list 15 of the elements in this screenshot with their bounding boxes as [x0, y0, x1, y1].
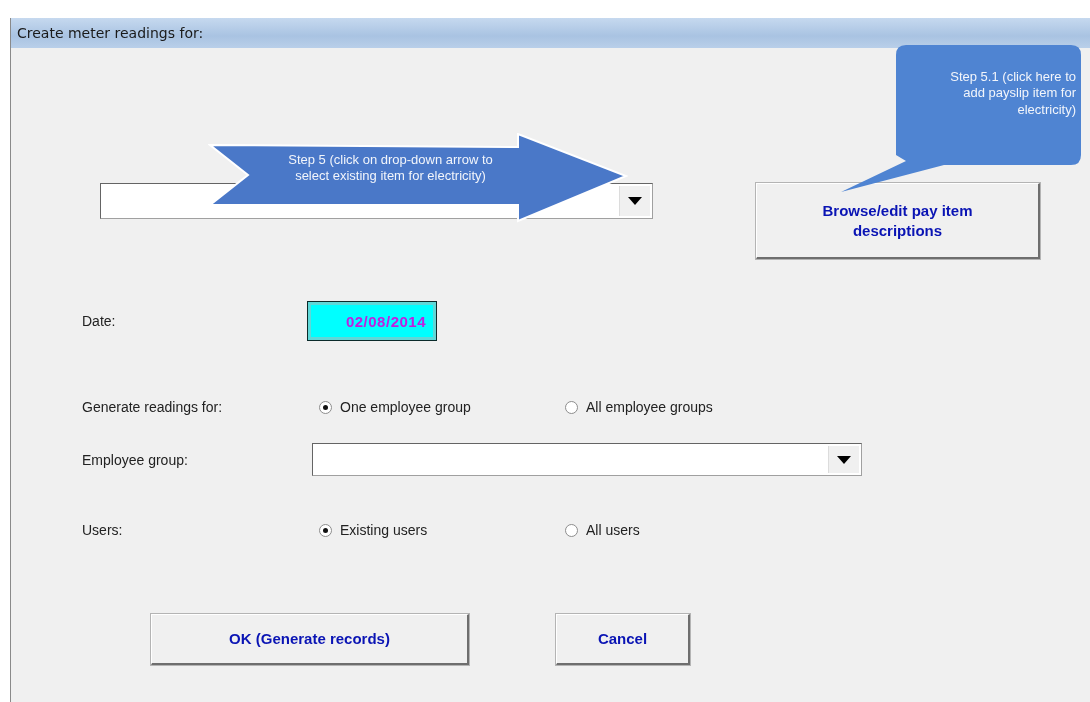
field-label: Generate readings for: — [82, 399, 223, 415]
browse-edit-button[interactable]: Browse/edit pay item descriptions — [756, 183, 1040, 259]
callout-text: Step 5 (click on drop-down arrow to select existing item for electricity) — [287, 152, 494, 185]
field-label: Date: — [82, 313, 116, 329]
radio-option[interactable]: All users — [565, 522, 811, 538]
radio-option[interactable]: One employee group — [319, 399, 565, 415]
date-field[interactable]: 02/08/2014 — [307, 301, 437, 341]
ok-button[interactable]: OK (Generate records) — [151, 614, 469, 665]
radio-option[interactable]: All employee groups — [565, 399, 811, 415]
window-title: Create meter readings for: — [17, 25, 204, 41]
radio-option[interactable]: Existing users — [319, 522, 565, 538]
field-label: Users: — [82, 522, 123, 538]
field-label: Employee group: — [82, 451, 188, 468]
cancel-button[interactable]: Cancel — [556, 614, 690, 665]
callout-text: Step 5.1 (click here to add payslip item for electricity) — [949, 69, 1076, 118]
